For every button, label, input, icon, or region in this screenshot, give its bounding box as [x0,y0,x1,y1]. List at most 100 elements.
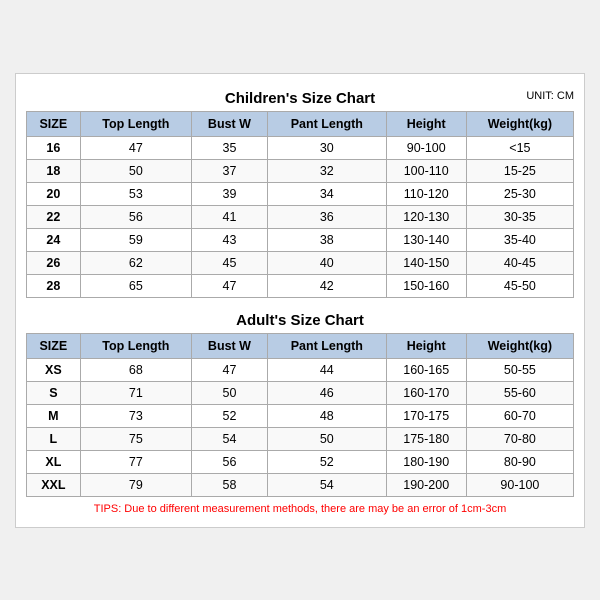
col-pant-length: Pant Length [267,111,386,136]
table-row: 28654742150-16045-50 [27,274,574,297]
col-top-length: Top Length [80,333,191,358]
table-cell: 37 [191,159,267,182]
table-cell: XL [27,450,81,473]
table-cell: 150-160 [386,274,466,297]
table-cell: 90-100 [386,136,466,159]
table-cell: 52 [191,404,267,427]
children-table: SIZE Top Length Bust W Pant Length Heigh… [26,111,574,298]
table-cell: 59 [80,228,191,251]
table-cell: 65 [80,274,191,297]
table-cell: 35-40 [466,228,573,251]
table-cell: 16 [27,136,81,159]
table-cell: 62 [80,251,191,274]
table-cell: 160-165 [386,358,466,381]
table-cell: 24 [27,228,81,251]
table-cell: 175-180 [386,427,466,450]
table-row: M735248170-17560-70 [27,404,574,427]
table-cell: 190-200 [386,473,466,496]
table-cell: 100-110 [386,159,466,182]
table-row: XL775652180-19080-90 [27,450,574,473]
table-cell: 35 [191,136,267,159]
table-cell: 54 [191,427,267,450]
table-cell: 50 [80,159,191,182]
chart-container: Children's Size Chart UNIT: CM SIZE Top … [15,73,585,528]
table-cell: M [27,404,81,427]
children-title: Children's Size Chart UNIT: CM [26,84,574,111]
table-cell: 120-130 [386,205,466,228]
table-cell: 60-70 [466,404,573,427]
table-cell: 47 [191,274,267,297]
table-cell: 18 [27,159,81,182]
table-cell: 90-100 [466,473,573,496]
table-row: 22564136120-13030-35 [27,205,574,228]
col-weight: Weight(kg) [466,333,573,358]
table-cell: XS [27,358,81,381]
table-cell: S [27,381,81,404]
table-cell: 45-50 [466,274,573,297]
table-cell: 68 [80,358,191,381]
table-cell: 26 [27,251,81,274]
table-row: 24594338130-14035-40 [27,228,574,251]
table-cell: 110-120 [386,182,466,205]
table-cell: 130-140 [386,228,466,251]
table-row: XS684744160-16550-55 [27,358,574,381]
unit-label: UNIT: CM [526,90,574,102]
adults-header-row: SIZE Top Length Bust W Pant Length Heigh… [27,333,574,358]
table-cell: 41 [191,205,267,228]
table-cell: 40-45 [466,251,573,274]
table-cell: 56 [191,450,267,473]
table-cell: <15 [466,136,573,159]
col-bust-w: Bust W [191,111,267,136]
table-cell: 36 [267,205,386,228]
table-cell: 140-150 [386,251,466,274]
table-cell: 32 [267,159,386,182]
table-cell: 52 [267,450,386,473]
table-cell: 73 [80,404,191,427]
table-cell: 55-60 [466,381,573,404]
adults-table: SIZE Top Length Bust W Pant Length Heigh… [26,333,574,497]
table-cell: 46 [267,381,386,404]
table-cell: 45 [191,251,267,274]
table-cell: 58 [191,473,267,496]
table-cell: 47 [191,358,267,381]
table-cell: 15-25 [466,159,573,182]
table-cell: 42 [267,274,386,297]
table-cell: 25-30 [466,182,573,205]
children-header-row: SIZE Top Length Bust W Pant Length Heigh… [27,111,574,136]
col-height: Height [386,111,466,136]
table-cell: 48 [267,404,386,427]
table-cell: 50 [191,381,267,404]
table-cell: 56 [80,205,191,228]
col-pant-length: Pant Length [267,333,386,358]
table-row: 20533934110-12025-30 [27,182,574,205]
col-height: Height [386,333,466,358]
table-row: S715046160-17055-60 [27,381,574,404]
col-size: SIZE [27,333,81,358]
table-cell: 47 [80,136,191,159]
table-cell: 30 [267,136,386,159]
table-cell: 70-80 [466,427,573,450]
table-cell: 34 [267,182,386,205]
table-cell: 53 [80,182,191,205]
table-cell: 79 [80,473,191,496]
table-cell: L [27,427,81,450]
table-cell: 80-90 [466,450,573,473]
table-cell: 40 [267,251,386,274]
table-cell: 50 [267,427,386,450]
table-cell: 28 [27,274,81,297]
table-row: 1647353090-100<15 [27,136,574,159]
col-weight: Weight(kg) [466,111,573,136]
table-row: XXL795854190-20090-100 [27,473,574,496]
tips-text: TIPS: Due to different measurement metho… [26,497,574,517]
table-cell: 75 [80,427,191,450]
col-bust-w: Bust W [191,333,267,358]
table-cell: 160-170 [386,381,466,404]
table-cell: 71 [80,381,191,404]
table-cell: 39 [191,182,267,205]
col-top-length: Top Length [80,111,191,136]
table-row: 26624540140-15040-45 [27,251,574,274]
table-cell: 77 [80,450,191,473]
table-cell: 30-35 [466,205,573,228]
table-cell: 50-55 [466,358,573,381]
table-cell: 54 [267,473,386,496]
